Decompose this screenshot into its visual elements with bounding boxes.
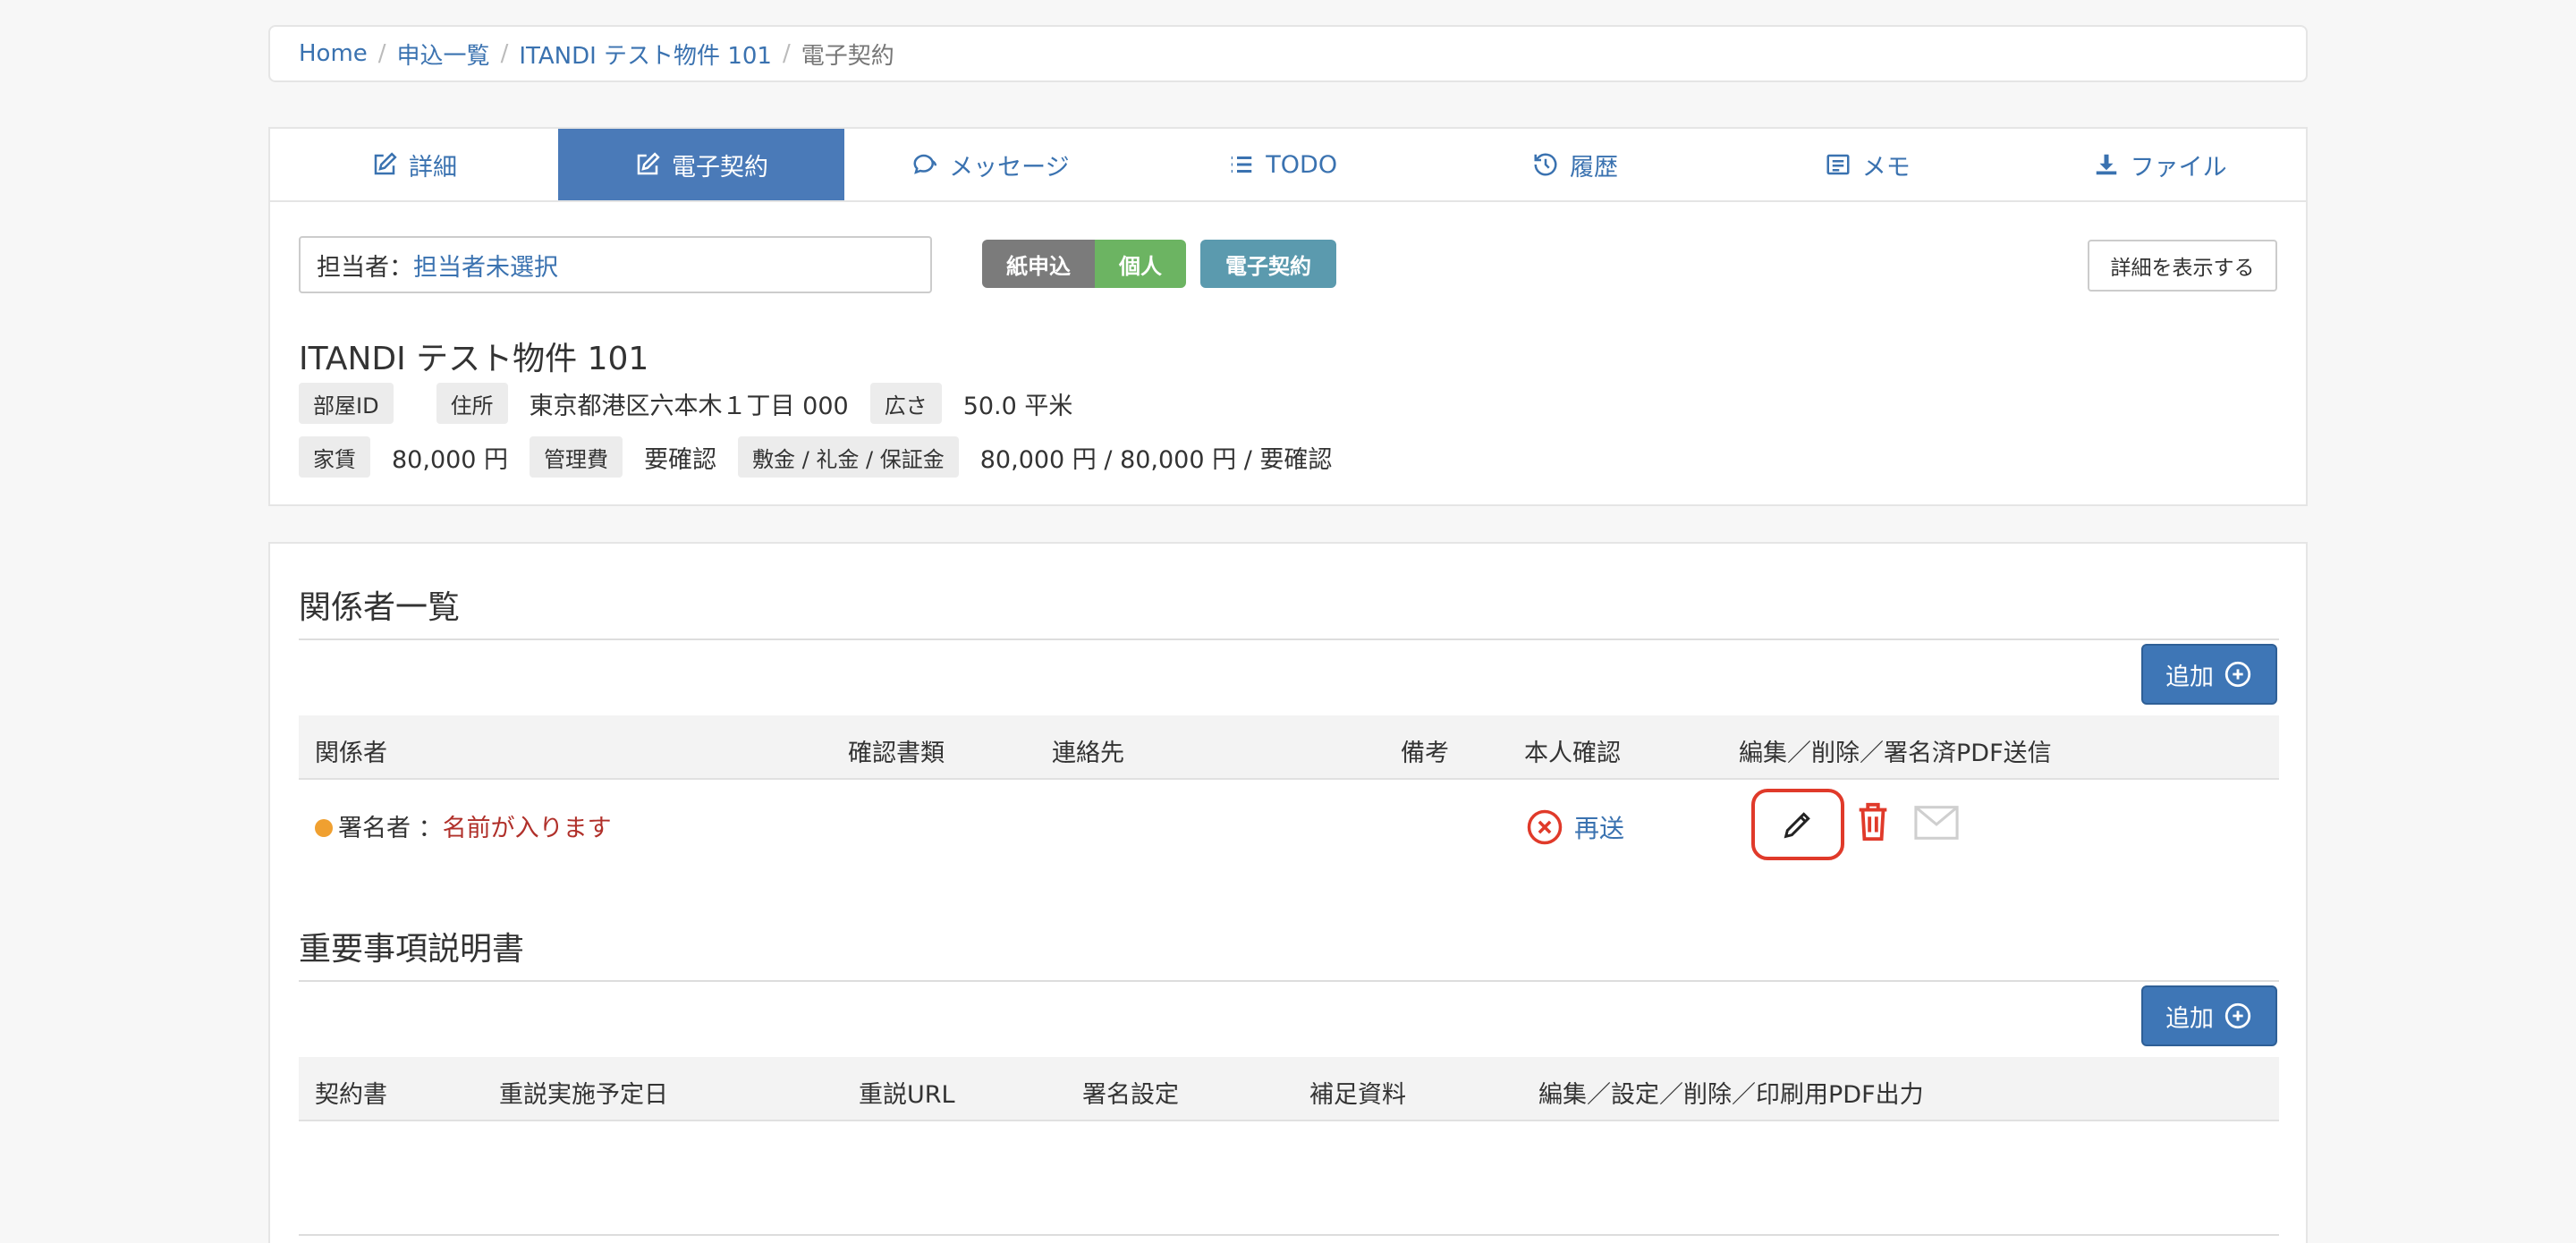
tab-messages[interactable]: メッセージ bbox=[844, 129, 1137, 200]
tab-label: ファイル bbox=[2130, 153, 2227, 182]
status-badges: 紙申込 個人 電子契約 bbox=[982, 240, 1336, 288]
add-party-button[interactable]: 追加 bbox=[2141, 644, 2277, 705]
column-header: 編集／削除／署名済PDF送信 bbox=[1739, 740, 2052, 767]
column-header: 連絡先 bbox=[1052, 740, 1124, 767]
tab-todo[interactable]: TODO bbox=[1137, 129, 1429, 200]
list-icon bbox=[1232, 156, 1252, 173]
property-title: ITANDI テスト物件 101 bbox=[299, 341, 649, 377]
parties-table-header: 関係者 確認書類 連絡先 備考 本人確認 編集／削除／署名済PDF送信 bbox=[299, 715, 2279, 780]
resend-verification[interactable]: 再送 bbox=[1526, 808, 1624, 846]
management-fee-value: 要確認 bbox=[644, 445, 717, 474]
assignee-label: 担当者： bbox=[317, 253, 413, 282]
rent-value: 80,000 円 bbox=[392, 445, 509, 474]
breadcrumb-current: 電子契約 bbox=[801, 42, 894, 70]
column-header: 編集／設定／削除／印刷用PDF出力 bbox=[1538, 1081, 1924, 1109]
documents-table-header: 契約書 重説実施予定日 重説URL 署名設定 補足資料 編集／設定／削除／印刷用… bbox=[299, 1057, 2279, 1121]
rent-label: 家賃 bbox=[299, 436, 370, 478]
assignee-value[interactable]: 担当者未選択 bbox=[413, 248, 558, 283]
signer-cell: 署名者 ：名前が入ります bbox=[338, 808, 612, 843]
size-value: 50.0 平米 bbox=[962, 392, 1073, 420]
deposit-value: 80,000 円 / 80,000 円 / 要確認 bbox=[979, 445, 1333, 474]
download-icon bbox=[2096, 154, 2116, 175]
paper-application-badge: 紙申込 bbox=[982, 240, 1095, 288]
resend-label[interactable]: 再送 bbox=[1574, 809, 1624, 845]
add-label: 追加 bbox=[2165, 1004, 2214, 1033]
column-header: 契約書 bbox=[315, 1081, 387, 1109]
important-matters-section-title: 重要事項説明書 bbox=[299, 923, 2279, 982]
tab-bar: 詳細 電子契約 メッセージ TODO 履歴 メモ ファイル bbox=[270, 129, 2306, 202]
table-row: 署名者 ：名前が入ります 再送 bbox=[299, 787, 2279, 867]
breadcrumb: Home / 申込一覧 / ITANDI テスト物件 101 / 電子契約 bbox=[268, 25, 2308, 82]
column-header: 確認書類 bbox=[848, 740, 945, 767]
application-panel: 詳細 電子契約 メッセージ TODO 履歴 メモ ファイル 担当者： 担当者未選… bbox=[268, 127, 2308, 506]
econtract-badge: 電子契約 bbox=[1200, 240, 1336, 288]
plus-circle-icon bbox=[2224, 1002, 2251, 1029]
column-header: 関係者 bbox=[315, 740, 387, 767]
contract-panel: 関係者一覧 追加 関係者 確認書類 連絡先 備考 本人確認 編集／削除／署名済P… bbox=[268, 542, 2308, 1243]
breadcrumb-separator: / bbox=[782, 40, 791, 67]
column-header: 補足資料 bbox=[1309, 1081, 1406, 1109]
management-fee-label: 管理費 bbox=[530, 436, 623, 478]
tab-label: 詳細 bbox=[409, 153, 457, 182]
tab-econtract[interactable]: 電子契約 bbox=[558, 129, 844, 200]
size-label: 広さ bbox=[869, 383, 942, 424]
breadcrumb-separator: / bbox=[377, 40, 386, 67]
breadcrumb-application-list[interactable]: 申込一覧 bbox=[397, 38, 490, 71]
signer-name: 名前が入ります bbox=[442, 815, 612, 842]
status-dot bbox=[315, 819, 333, 837]
deposit-label: 敷金 / 礼金 / 保証金 bbox=[738, 436, 959, 478]
pencil-icon bbox=[1784, 812, 1810, 839]
memo-icon bbox=[1826, 154, 1850, 175]
tab-label: メモ bbox=[1861, 153, 1911, 182]
tab-label: TODO bbox=[1266, 150, 1338, 179]
tab-label: 履歴 bbox=[1569, 153, 1618, 182]
mail-send-icon[interactable] bbox=[1914, 805, 1959, 841]
address-value: 東京都港区六本木１丁目 000 bbox=[529, 392, 849, 420]
tab-files[interactable]: ファイル bbox=[2013, 129, 2306, 200]
column-header: 重説実施予定日 bbox=[499, 1081, 668, 1109]
address-label: 住所 bbox=[436, 383, 508, 424]
individual-badge: 個人 bbox=[1095, 240, 1186, 288]
column-header: 署名設定 bbox=[1082, 1081, 1179, 1109]
error-circle-icon bbox=[1527, 809, 1563, 845]
tab-label: 電子契約 bbox=[672, 153, 768, 182]
parties-section-title: 関係者一覧 bbox=[299, 581, 2279, 640]
chat-icon bbox=[913, 154, 937, 174]
breadcrumb-home[interactable]: Home bbox=[299, 40, 368, 67]
divider bbox=[299, 1234, 2279, 1236]
add-label: 追加 bbox=[2165, 663, 2214, 691]
signer-role: 署名者 ： bbox=[338, 815, 443, 842]
room-id-label: 部屋ID bbox=[299, 383, 394, 424]
assignee-select[interactable]: 担当者： 担当者未選択 bbox=[299, 236, 932, 293]
trash-icon[interactable] bbox=[1855, 801, 1891, 842]
breadcrumb-separator: / bbox=[500, 40, 509, 67]
tab-details[interactable]: 詳細 bbox=[270, 129, 558, 200]
tab-memo[interactable]: メモ bbox=[1721, 129, 2013, 200]
show-details-button[interactable]: 詳細を表示する bbox=[2088, 240, 2277, 292]
column-header: 本人確認 bbox=[1524, 740, 1621, 767]
add-document-button[interactable]: 追加 bbox=[2141, 985, 2277, 1046]
column-header: 備考 bbox=[1401, 740, 1449, 767]
plus-circle-icon bbox=[2224, 661, 2251, 688]
breadcrumb-property[interactable]: ITANDI テスト物件 101 bbox=[519, 38, 772, 71]
property-info-row-2: 家賃 80,000 円 管理費 要確認 敷金 / 礼金 / 保証金 80,000… bbox=[299, 436, 1353, 478]
edit-icon bbox=[374, 152, 397, 175]
column-header: 重説URL bbox=[859, 1081, 955, 1109]
tab-history[interactable]: 履歴 bbox=[1429, 129, 1722, 200]
tab-label: メッセージ bbox=[949, 153, 1070, 182]
edit-button[interactable] bbox=[1751, 789, 1844, 860]
edit-icon bbox=[637, 152, 660, 175]
property-info-row-1: 部屋ID 住所 東京都港区六本木１丁目 000 広さ 50.0 平米 bbox=[299, 383, 1094, 424]
history-icon bbox=[1534, 153, 1557, 176]
